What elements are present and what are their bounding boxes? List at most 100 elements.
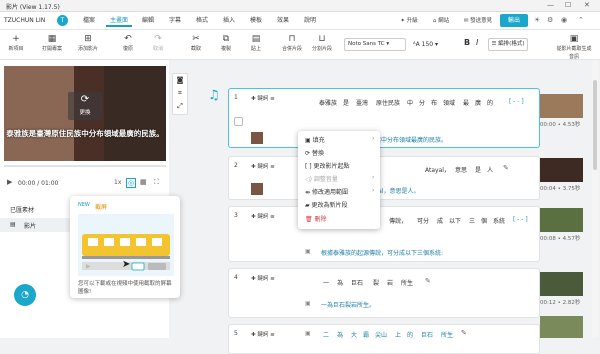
merge-clips-button[interactable]: ⊓ 合併片段 (278, 33, 306, 53)
word-chip[interactable]: 以下 (449, 216, 461, 225)
music-note-icon[interactable]: ♫ (208, 88, 220, 103)
undo-button[interactable]: ↶ 復原 (114, 33, 142, 53)
replace-video-button[interactable]: ⟳ 更換 (68, 92, 102, 120)
tab-file[interactable]: 檔案 (78, 15, 100, 27)
tab-subtitle[interactable]: 字幕 (164, 15, 186, 27)
scrollbar-thumb[interactable] (593, 80, 597, 170)
settings-icon[interactable]: ⚙ (547, 16, 553, 24)
more-bracket[interactable]: [ - - ] (509, 98, 524, 105)
cut-button[interactable]: ✂ 截取 (182, 33, 210, 53)
row-checkbox[interactable] (234, 117, 243, 126)
grid-icon[interactable]: ▦ (140, 178, 147, 186)
subtitle-row[interactable]: 4 ✚ 鍵詞 ≡ 一 為 巨石 裂 岩 所生 ✎ ▣ 一為巨石裂岩所生。 (228, 268, 540, 318)
expand-icon[interactable]: ⤢ (173, 100, 187, 113)
word-chip[interactable]: 是 (475, 165, 481, 174)
clip-preview[interactable] (540, 272, 583, 296)
word-chip[interactable]: 所生 (401, 278, 413, 287)
word-chip[interactable]: 是 (343, 98, 349, 107)
word-chip[interactable]: 布 (431, 98, 437, 107)
tab-format[interactable]: 格式 (191, 15, 213, 27)
fullscreen-icon[interactable]: ⛶ (154, 178, 159, 187)
font-select[interactable]: Noto Sans TC ▾ (344, 38, 406, 51)
export-button[interactable]: 輸出 (500, 14, 528, 27)
word-chip[interactable]: 的 (487, 98, 493, 107)
subtitle-row[interactable]: 2 ✚ 鍵詞 ≡ Atayal， 意思 是 人 ✎ 泰雅族的自稱為 atayal… (228, 156, 540, 200)
clip-preview[interactable] (540, 316, 583, 338)
subtitle-row[interactable]: 5 ✚ 鍵詞 ≡ ▣ 二 為 大 霸 尖山 上 的 巨石 所生 ✎ (228, 324, 540, 354)
word-chip[interactable]: 巨石 (351, 278, 363, 287)
menu-item-change-start[interactable]: [ ] 更改影片起點 (305, 161, 350, 170)
crop-icon[interactable]: ⌗ (173, 87, 187, 100)
keyword-button[interactable]: ✚ 鍵詞 ≡ (251, 162, 275, 170)
tab-home[interactable]: 主畫面 (106, 15, 132, 27)
user-name[interactable]: TZUCHUN LIN (4, 17, 45, 24)
play-icon[interactable]: ▶ (7, 178, 12, 186)
video-preview[interactable]: ⟳ 更換 泰雅族是臺灣原住民族中分布領域最廣的民族。 (4, 66, 166, 161)
tab-template[interactable]: 模板 (245, 15, 267, 27)
tab-insert[interactable]: 插入 (218, 15, 240, 27)
word-chip[interactable]: 分 (419, 98, 425, 107)
italic-button[interactable]: I (476, 38, 478, 47)
tab-edit[interactable]: 編輯 (137, 15, 159, 27)
new-project-button[interactable]: + 新項目 (2, 33, 30, 53)
word-chip[interactable]: 最 (463, 98, 469, 107)
word-chip[interactable]: 可分 (417, 216, 429, 225)
menu-item-delete[interactable]: 🗑 刪除 (305, 214, 327, 223)
camera-icon[interactable]: ◙ (173, 74, 187, 87)
menu-item-replace[interactable]: ⟳ 替換 (305, 148, 324, 157)
split-clips-button[interactable]: ⊔ 分割片段 (308, 33, 336, 53)
bold-button[interactable]: B (464, 38, 470, 47)
redo-button[interactable]: ↷ 取消 (144, 33, 172, 53)
word-chip[interactable]: 成 (437, 216, 443, 225)
feedback-button[interactable]: ✉ 發送意見 (460, 15, 496, 27)
copy-button[interactable]: ⧉ 複製 (212, 33, 240, 53)
keyword-button[interactable]: ✚ 鍵詞 ≡ (251, 330, 275, 338)
edit-icon[interactable]: ✎ (425, 277, 431, 285)
avatar[interactable]: T (57, 15, 68, 26)
word-chip[interactable]: 裂 (373, 278, 379, 287)
help-chat-button[interactable]: ◔ (14, 284, 36, 306)
edit-icon[interactable]: ✎ (461, 329, 467, 337)
open-project-button[interactable]: ▦ 打開專案 (38, 33, 66, 53)
word-chip[interactable]: 三 (469, 216, 475, 225)
website-button[interactable]: ⌂ 網站 (428, 15, 454, 27)
word-chip[interactable]: 泰雅族 (319, 98, 337, 107)
close-icon[interactable]: ✕ (584, 1, 590, 9)
scrollbar[interactable] (592, 60, 598, 338)
tab-effects[interactable]: 效果 (272, 15, 294, 27)
add-video-button[interactable]: ⊞ 添加影片 (74, 33, 102, 53)
clip-preview[interactable] (540, 158, 583, 182)
keyword-button[interactable]: ✚ 鍵詞 ≡ (251, 274, 275, 282)
more-bracket[interactable]: [ - - ] (513, 216, 528, 223)
upgrade-button[interactable]: ✦ 升級 (396, 15, 422, 27)
word-chip[interactable]: 為 (337, 278, 343, 287)
layout-button[interactable]: ☰ 編排(格式) (488, 38, 528, 51)
word-chip[interactable]: 傳說， (389, 216, 407, 225)
playback-speed[interactable]: 1x (114, 179, 121, 186)
word-chip[interactable]: 系統 (493, 216, 505, 225)
video-progress-bar[interactable] (4, 165, 166, 167)
maximize-icon[interactable]: ☐ (565, 1, 571, 9)
menu-item-new-clip[interactable]: ▰ 更改為新片段 (305, 200, 348, 209)
chevron-up-icon[interactable]: ⌃ (578, 16, 584, 24)
theme-icon[interactable]: ☀ (534, 16, 540, 24)
keyword-button[interactable]: ✚ 鍵詞 ≡ (251, 94, 275, 102)
paste-button[interactable]: ▤ 貼上 (242, 33, 270, 53)
word-chip[interactable]: Atayal， (425, 165, 450, 174)
menu-item-fill[interactable]: ▣ 填充 (305, 135, 325, 144)
tab-help[interactable]: 說明 (299, 15, 321, 27)
clip-thumbnail[interactable] (251, 132, 263, 144)
translation-text[interactable]: 一為巨石裂岩所生。 (321, 300, 375, 309)
subtitle-row[interactable]: 1 ✚ 鍵詞 ≡ 泰雅族 是 臺灣 原住民族 中 分 布 領域 最 廣 的 [ … (228, 88, 540, 148)
subtitle-row[interactable]: 3 ✚ 鍵詞 ≡ 傳說， 可分 成 以下 三 個 系統 [ - - ] ▣ 根據… (228, 206, 540, 262)
screenshot-icon[interactable]: ◎ (126, 178, 137, 188)
word-chip[interactable]: 領域 (443, 98, 455, 107)
clip-preview[interactable] (540, 94, 583, 118)
keyword-button[interactable]: ✚ 鍵詞 ≡ (251, 212, 275, 220)
word-chip[interactable]: 臺灣 (356, 98, 368, 107)
word-chip[interactable]: 意思 (455, 165, 467, 174)
profile-icon[interactable]: ◉ (561, 16, 567, 24)
word-chip[interactable]: 一 (323, 278, 329, 287)
minimize-icon[interactable]: — (547, 1, 554, 9)
clip-preview[interactable] (540, 208, 583, 232)
